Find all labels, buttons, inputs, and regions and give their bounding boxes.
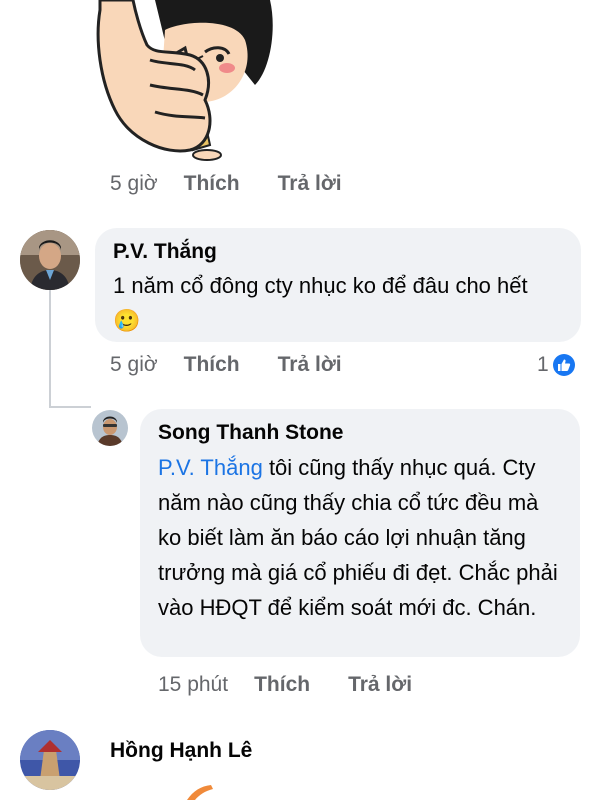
reply-button[interactable]: Trả lời <box>278 353 342 377</box>
avatar[interactable] <box>20 230 80 290</box>
like-button[interactable]: Thích <box>254 673 310 697</box>
like-icon <box>552 354 575 376</box>
like-button[interactable]: Thích <box>184 172 240 196</box>
comment-bubble: P.V. Thắng 1 năm cổ đông cty nhục ko để … <box>95 228 581 342</box>
thumbs-up-sticker <box>95 0 285 165</box>
mention-link[interactable]: P.V. Thắng <box>158 455 263 480</box>
comment-actions: 5 giờ Thích Trả lời <box>110 353 380 377</box>
reply-timestamp: 15 phút <box>158 673 229 696</box>
reaction-count: 1 <box>537 353 549 376</box>
reply-author[interactable]: Song Thanh Stone <box>158 421 562 445</box>
reply-text: P.V. Thắng tôi cũng thấy nhục quá. Cty n… <box>158 450 563 625</box>
comment-actions: 5 giờ Thích Trả lời <box>110 172 380 196</box>
avatar[interactable] <box>92 410 128 446</box>
comment-author[interactable]: Hồng Hạnh Lê <box>110 739 252 763</box>
sad-smile-emoji: 🥲 <box>113 308 141 333</box>
comment-timestamp: 5 giờ <box>110 353 158 376</box>
reaction-summary[interactable]: 1 <box>537 353 575 377</box>
like-button[interactable]: Thích <box>184 353 240 377</box>
reply-bubble: Song Thanh Stone P.V. Thắng tôi cũng thấ… <box>140 409 580 657</box>
sticker-preview <box>185 783 215 800</box>
comment-author[interactable]: P.V. Thắng <box>113 240 563 264</box>
thread-connector <box>49 406 91 408</box>
reply-button[interactable]: Trả lời <box>348 673 412 697</box>
thread-line <box>49 290 51 408</box>
reply-button[interactable]: Trả lời <box>278 172 342 196</box>
reply-actions: 15 phút Thích Trả lời <box>158 673 450 697</box>
comment-text: 1 năm cổ đông cty nhục ko để đâu cho hết… <box>113 268 553 338</box>
comment-body: 1 năm cổ đông cty nhục ko để đâu cho hết <box>113 273 528 298</box>
avatar[interactable] <box>20 730 80 790</box>
comment-timestamp: 5 giờ <box>110 172 158 195</box>
